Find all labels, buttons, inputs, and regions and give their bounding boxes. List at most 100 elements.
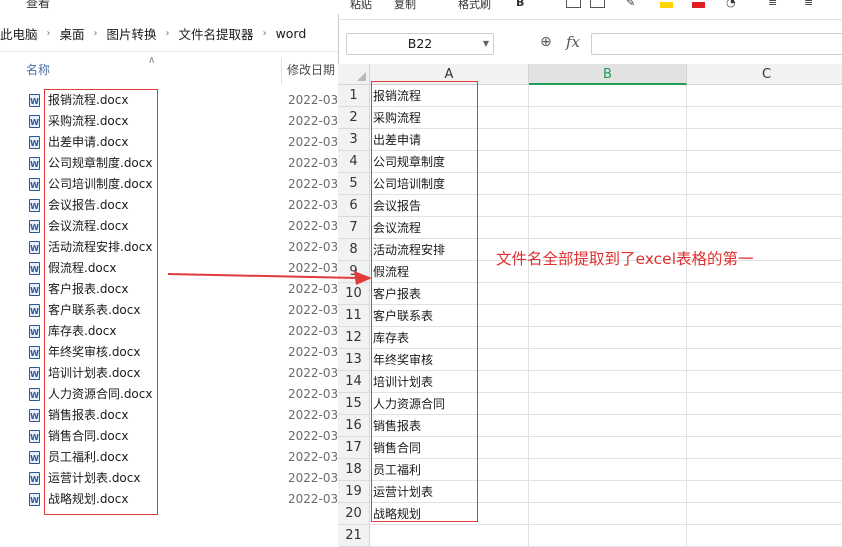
row-header[interactable]: 19 — [338, 481, 370, 503]
breadcrumb-item-extractor[interactable]: 文件名提取器 — [179, 24, 254, 43]
copy-button[interactable]: 复制 — [394, 0, 416, 12]
cell-c[interactable] — [687, 327, 842, 349]
row-header[interactable]: 8 — [338, 239, 370, 261]
function-icon[interactable]: fx — [566, 33, 580, 51]
row-header[interactable]: 7 — [338, 217, 370, 239]
cell-c[interactable] — [687, 415, 842, 437]
name-box[interactable]: B22 ▼ — [346, 33, 494, 55]
cell-c[interactable] — [687, 393, 842, 415]
breadcrumb-item-word[interactable]: word — [276, 26, 307, 41]
row-header[interactable]: 13 — [338, 349, 370, 371]
column-header-date[interactable]: 修改日期 — [287, 56, 335, 84]
view-tab[interactable]: 查看 — [26, 0, 50, 11]
cell-c[interactable] — [687, 283, 842, 305]
word-document-icon — [29, 91, 40, 112]
cell-c[interactable] — [687, 85, 842, 107]
cell-c[interactable] — [687, 371, 842, 393]
cell-a[interactable] — [370, 525, 529, 547]
cell-b[interactable] — [529, 437, 687, 459]
word-document-icon — [29, 448, 40, 469]
row-header[interactable]: 3 — [338, 129, 370, 151]
cell-b[interactable] — [529, 349, 687, 371]
row-header[interactable]: 2 — [338, 107, 370, 129]
file-date: 2022-03- — [288, 450, 338, 464]
more-icon[interactable]: ◔ — [726, 0, 736, 9]
cell-c[interactable] — [687, 129, 842, 151]
cell-c[interactable] — [687, 217, 842, 239]
row-header[interactable]: 14 — [338, 371, 370, 393]
cell-b[interactable] — [529, 217, 687, 239]
underline-icon[interactable] — [566, 0, 581, 8]
word-document-icon — [29, 427, 40, 448]
cell-c[interactable] — [687, 305, 842, 327]
cell-b[interactable] — [529, 151, 687, 173]
cell-c[interactable] — [687, 525, 842, 547]
chevron-right-icon: › — [165, 28, 170, 39]
file-date: 2022-03- — [288, 429, 338, 443]
align-right-icon[interactable]: ≡ — [804, 0, 813, 9]
bold-button[interactable]: B — [516, 0, 524, 9]
breadcrumb-item-desktop[interactable]: 桌面 — [60, 24, 85, 43]
cell-c[interactable] — [687, 195, 842, 217]
column-header-c[interactable]: C — [687, 64, 842, 85]
file-date: 2022-03- — [288, 408, 338, 422]
file-date: 2022-03- — [288, 366, 338, 380]
cell-b[interactable] — [529, 415, 687, 437]
formula-bar[interactable] — [591, 33, 842, 55]
cell-b[interactable] — [529, 327, 687, 349]
row-header[interactable]: 5 — [338, 173, 370, 195]
border-icon[interactable] — [590, 0, 605, 8]
zoom-search-icon[interactable]: ⊕ — [540, 34, 552, 50]
cell-b[interactable] — [529, 393, 687, 415]
row-header[interactable]: 15 — [338, 393, 370, 415]
cell-c[interactable] — [687, 459, 842, 481]
cell-c[interactable] — [687, 107, 842, 129]
cell-b[interactable] — [529, 107, 687, 129]
cell-b[interactable] — [529, 459, 687, 481]
row-header[interactable]: 17 — [338, 437, 370, 459]
cell-b[interactable] — [529, 503, 687, 525]
row-header[interactable]: 11 — [338, 305, 370, 327]
cell-c[interactable] — [687, 349, 842, 371]
cell-b[interactable] — [529, 305, 687, 327]
row-header[interactable]: 4 — [338, 151, 370, 173]
format-painter-button[interactable]: 格式刷 — [458, 0, 491, 12]
column-header-b[interactable]: B — [529, 64, 687, 85]
row-header[interactable]: 20 — [338, 503, 370, 525]
row-header[interactable]: 1 — [338, 85, 370, 107]
row-header[interactable]: 18 — [338, 459, 370, 481]
cell-c[interactable] — [687, 481, 842, 503]
word-document-icon — [29, 406, 40, 427]
cell-c[interactable] — [687, 173, 842, 195]
breadcrumb-item-pc[interactable]: 此电脑 — [0, 24, 38, 43]
explorer-ribbon-strip: 查看 — [0, 0, 338, 12]
cell-c[interactable] — [687, 151, 842, 173]
row-header[interactable]: 21 — [338, 525, 370, 547]
select-all-corner[interactable] — [338, 64, 370, 85]
chevron-down-icon[interactable]: ▼ — [483, 34, 489, 54]
cell-b[interactable] — [529, 371, 687, 393]
row-header[interactable]: 16 — [338, 415, 370, 437]
breadcrumb-item-image-convert[interactable]: 图片转换 — [107, 24, 157, 43]
row-header[interactable]: 6 — [338, 195, 370, 217]
font-color-icon[interactable] — [692, 2, 705, 8]
cell-b[interactable] — [529, 481, 687, 503]
cell-b[interactable] — [529, 195, 687, 217]
cell-b[interactable] — [529, 283, 687, 305]
fill-color-icon[interactable] — [660, 2, 673, 8]
word-document-icon — [29, 238, 40, 259]
column-separator[interactable] — [281, 58, 282, 84]
cell-b[interactable] — [529, 525, 687, 547]
cell-b[interactable] — [529, 85, 687, 107]
row-header[interactable]: 12 — [338, 327, 370, 349]
paste-button[interactable]: 粘贴 — [350, 0, 372, 12]
cell-b[interactable] — [529, 129, 687, 151]
row-header[interactable]: 10 — [338, 283, 370, 305]
cell-b[interactable] — [529, 173, 687, 195]
file-date: 2022-03- — [288, 492, 338, 506]
align-icon[interactable]: ≡ — [768, 0, 777, 9]
column-header-name[interactable]: 名称 — [26, 56, 50, 84]
cell-c[interactable] — [687, 437, 842, 459]
eraser-icon[interactable]: ✎ — [626, 0, 635, 9]
cell-c[interactable] — [687, 503, 842, 525]
